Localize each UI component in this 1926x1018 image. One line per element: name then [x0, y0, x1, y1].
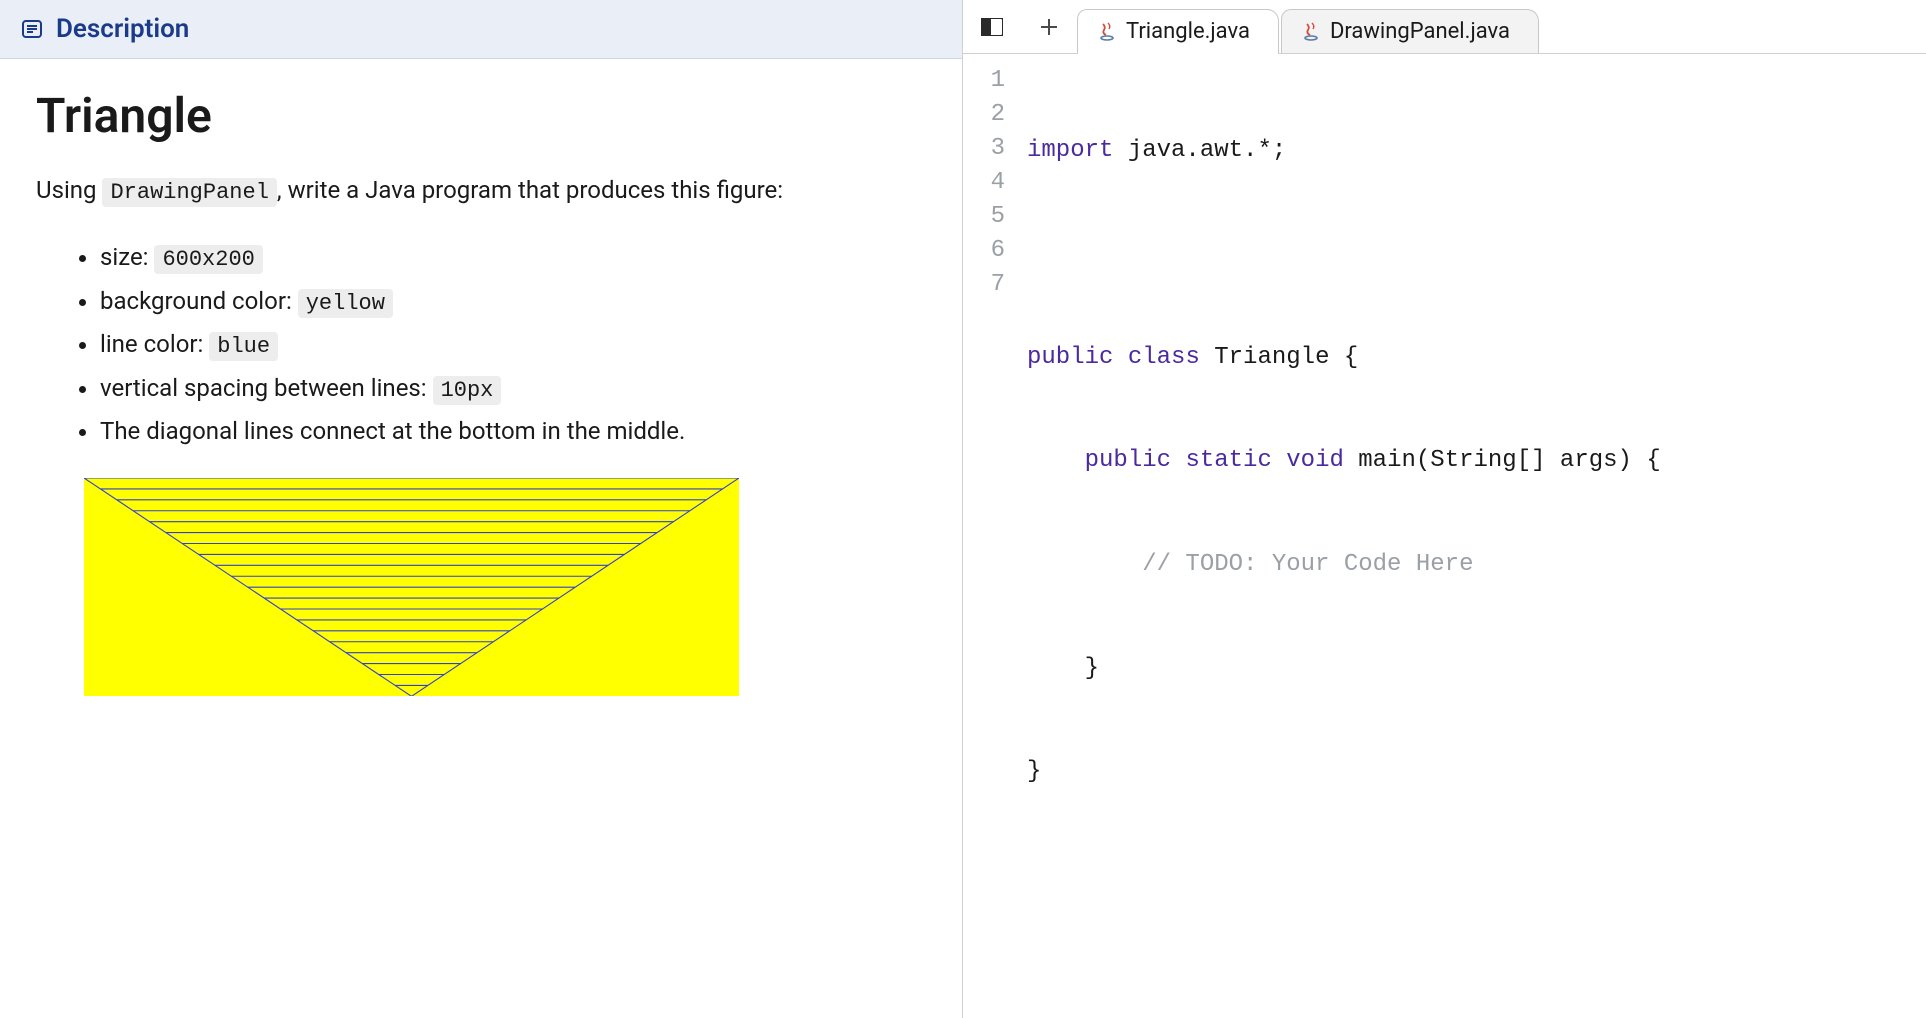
- spec-code: 10px: [433, 376, 502, 405]
- code-line: public class Triangle {: [1027, 341, 1661, 375]
- figure-container: [84, 478, 926, 696]
- line-number: 7: [985, 268, 1005, 302]
- list-item: vertical spacing between lines: 10px: [100, 367, 926, 411]
- spec-label: line color:: [100, 330, 209, 358]
- description-header-title: Description: [56, 14, 189, 44]
- code-brace: }: [1085, 655, 1099, 682]
- line-number: 2: [985, 98, 1005, 132]
- code-keyword: public: [1085, 447, 1171, 474]
- description-content: Triangle Using DrawingPanel, write a Jav…: [0, 59, 962, 724]
- tab-label: DrawingPanel.java: [1330, 19, 1510, 44]
- tabs-row: Triangle.java DrawingPanel.java: [1077, 0, 1539, 53]
- code-line: // TODO: Your Code Here: [1027, 548, 1661, 582]
- code-area[interactable]: import java.awt.*; public class Triangle…: [1019, 60, 1669, 1018]
- line-number: 6: [985, 234, 1005, 268]
- code-line: public static void main(String[] args) {: [1027, 444, 1661, 478]
- intro-text-a: Using: [36, 176, 102, 204]
- tab-triangle-java[interactable]: Triangle.java: [1077, 9, 1279, 53]
- code-text: Triangle {: [1200, 344, 1358, 371]
- code-keyword: public: [1027, 344, 1113, 371]
- line-number: 1: [985, 64, 1005, 98]
- page-title: Triangle: [36, 87, 926, 144]
- list-item: The diagonal lines connect at the bottom…: [100, 410, 926, 452]
- java-icon: [1098, 22, 1116, 42]
- line-number: 4: [985, 166, 1005, 200]
- list-item: size: 600x200: [100, 236, 926, 280]
- code-text: [1171, 447, 1185, 474]
- spec-label: vertical spacing between lines:: [100, 374, 433, 402]
- spec-list: size: 600x200 background color: yellow l…: [36, 236, 926, 452]
- java-icon: [1302, 22, 1320, 42]
- new-tab-button[interactable]: [1021, 0, 1077, 53]
- spec-code: yellow: [298, 289, 393, 318]
- spec-code: 600x200: [154, 245, 262, 274]
- tab-drawingpanel-java[interactable]: DrawingPanel.java: [1281, 9, 1539, 53]
- triangle-figure: [84, 478, 739, 696]
- intro-paragraph: Using DrawingPanel, write a Java program…: [36, 172, 926, 210]
- line-gutter: 1 2 3 4 5 6 7: [963, 60, 1019, 1018]
- list-item: line color: blue: [100, 323, 926, 367]
- code-line: }: [1027, 652, 1661, 686]
- intro-text-b: , write a Java program that produces thi…: [277, 176, 783, 204]
- code-keyword: import: [1027, 137, 1113, 164]
- intro-code: DrawingPanel: [102, 178, 276, 207]
- description-icon: [20, 17, 44, 41]
- spec-label: size:: [100, 243, 154, 271]
- list-item: background color: yellow: [100, 280, 926, 324]
- editor-panel: Triangle.java DrawingPanel.java 1 2 3 4 …: [963, 0, 1926, 1018]
- panel-layout-button[interactable]: [963, 0, 1021, 53]
- code-line: [1027, 237, 1661, 271]
- code-editor[interactable]: 1 2 3 4 5 6 7 import java.awt.*; public …: [963, 54, 1926, 1018]
- spec-label: background color:: [100, 287, 298, 315]
- tab-label: Triangle.java: [1126, 19, 1250, 44]
- description-panel: Description Triangle Using DrawingPanel,…: [0, 0, 963, 1018]
- code-line: import java.awt.*;: [1027, 134, 1661, 168]
- code-indent: [1027, 447, 1085, 474]
- code-text: [1272, 447, 1286, 474]
- code-indent: [1027, 655, 1085, 682]
- code-indent: [1027, 551, 1142, 578]
- spec-label: The diagonal lines connect at the bottom…: [100, 417, 685, 445]
- code-text: [1113, 344, 1127, 371]
- line-number: 3: [985, 132, 1005, 166]
- description-header: Description: [0, 0, 962, 59]
- line-number: 5: [985, 200, 1005, 234]
- code-keyword: static: [1185, 447, 1271, 474]
- code-text: main(String[] args) {: [1344, 447, 1661, 474]
- spec-code: blue: [209, 332, 278, 361]
- code-comment: // TODO: Your Code Here: [1142, 551, 1473, 578]
- code-brace: }: [1027, 758, 1041, 785]
- code-text: java.awt.*;: [1113, 137, 1286, 164]
- tab-bar: Triangle.java DrawingPanel.java: [963, 0, 1926, 54]
- code-keyword: void: [1286, 447, 1344, 474]
- code-line: }: [1027, 755, 1661, 789]
- code-keyword: class: [1128, 344, 1200, 371]
